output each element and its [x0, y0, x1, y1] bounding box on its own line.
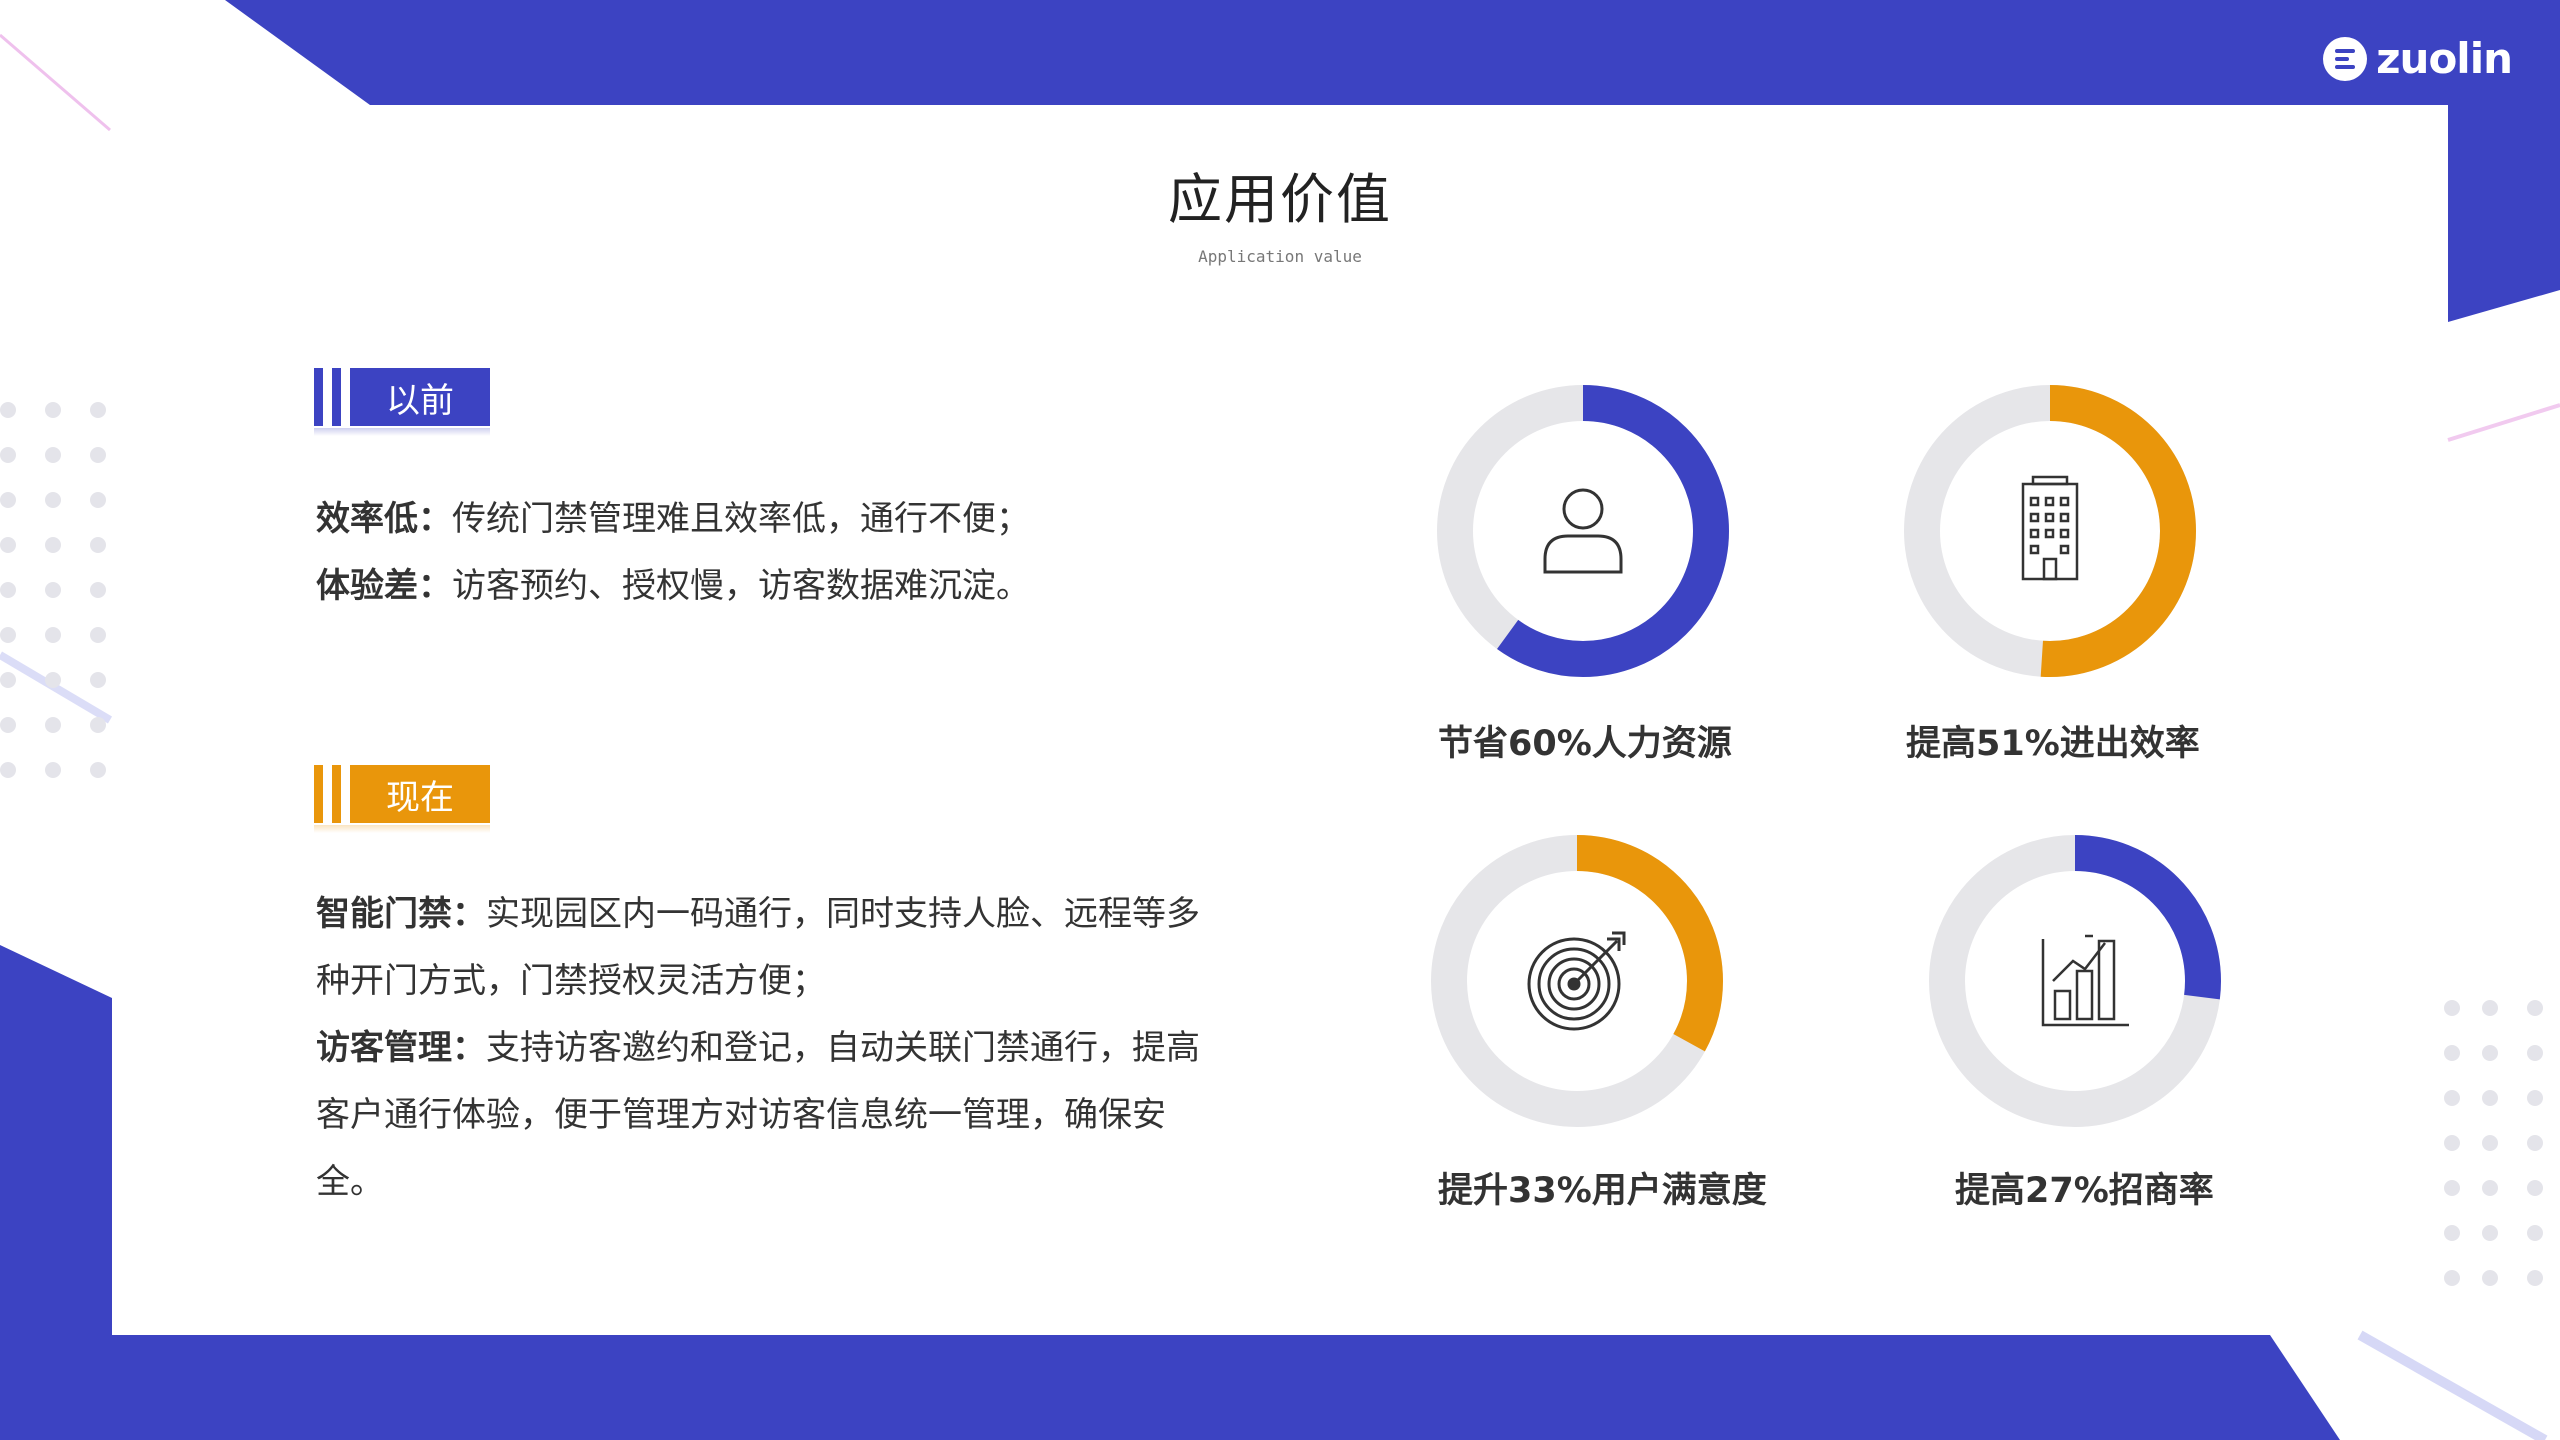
stat-label-investment: 提高27%招商率 [1955, 1171, 2214, 1211]
zuolin-logo-icon [2323, 36, 2368, 81]
item-text: 访客预约、授权慢，访客数据难沉淀。 [452, 566, 1030, 606]
building-icon [2021, 475, 2079, 581]
now-item: 智能门禁：实现园区内一码通行，同时支持人脸、远程等多种开门方式，门禁授权灵活方便… [316, 881, 1206, 1015]
item-key: 智能门禁： [316, 894, 486, 934]
logo-text: zuolin [2376, 34, 2513, 83]
before-item: 效率低：传统门禁管理难且效率低，通行不便； [316, 486, 1216, 553]
item-key: 效率低： [316, 499, 452, 539]
tag-reflection [314, 825, 490, 833]
before-description: 效率低：传统门禁管理难且效率低，通行不便； 体验差：访客预约、授权慢，访客数据难… [316, 486, 1216, 620]
tag-bar [332, 368, 341, 426]
user-icon [1543, 488, 1623, 574]
stat-ring-investment [1925, 831, 2225, 1131]
zuolin-logo: zuolin [2322, 34, 2513, 83]
stat-label-efficiency: 提高51%进出效率 [1906, 724, 2200, 764]
target-icon [1527, 931, 1626, 1031]
tag-now-label: 现在 [350, 765, 490, 823]
tag-before-label: 以前 [350, 368, 490, 426]
before-item: 体验差：访客预约、授权慢，访客数据难沉淀。 [316, 553, 1216, 620]
tag-bar [314, 765, 323, 823]
now-item: 访客管理：支持访客邀约和登记，自动关联门禁通行，提高客户通行体验，便于管理方对访… [316, 1015, 1206, 1216]
growth-chart-icon [2041, 934, 2129, 1027]
tag-bar [314, 368, 323, 426]
item-key: 访客管理： [316, 1028, 486, 1068]
page-subtitle: Application value [1198, 247, 1362, 266]
tag-before: 以前 [314, 368, 490, 426]
tag-now: 现在 [314, 765, 490, 823]
tag-bar [332, 765, 341, 823]
stat-ring-efficiency [1900, 381, 2200, 681]
page-title: 应用价值 [1168, 168, 1392, 231]
stat-label-manpower: 节省60%人力资源 [1438, 724, 1732, 764]
stat-label-satisfaction: 提升33%用户满意度 [1438, 1171, 1767, 1211]
stat-ring-satisfaction [1427, 831, 1727, 1131]
tag-reflection [314, 428, 490, 436]
stat-ring-manpower [1433, 381, 1733, 681]
item-key: 体验差： [316, 566, 452, 606]
now-description: 智能门禁：实现园区内一码通行，同时支持人脸、远程等多种开门方式，门禁授权灵活方便… [316, 881, 1206, 1216]
item-text: 传统门禁管理难且效率低，通行不便； [452, 499, 1030, 539]
